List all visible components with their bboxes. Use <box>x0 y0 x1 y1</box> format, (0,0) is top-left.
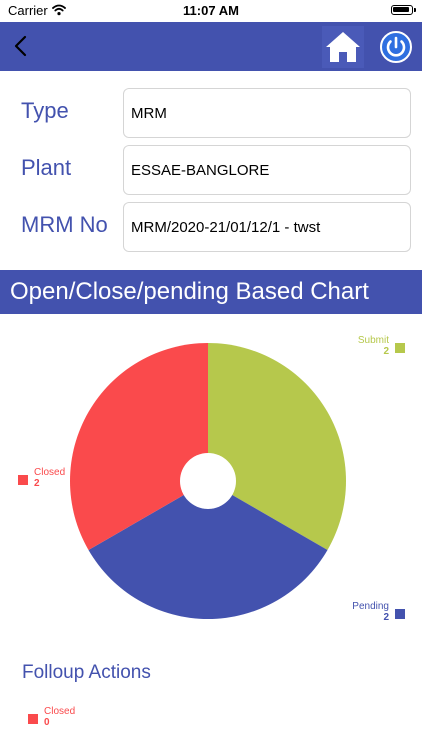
plant-row: Plant ESSAE-BANGLORE <box>0 145 422 195</box>
chart-section-header: Open/Close/pending Based Chart <box>0 270 422 314</box>
legend-value-submit: 2 <box>383 346 389 357</box>
battery-icon <box>391 5 416 15</box>
status-pie-chart: Submit2Pending2Closed2 <box>18 335 405 623</box>
legend-value-closed: 2 <box>34 478 40 489</box>
type-field[interactable]: MRM <box>123 88 411 138</box>
legend-value-pending: 2 <box>383 612 389 623</box>
mrm-no-row: MRM No MRM/2020-21/01/12/1 - twst <box>0 202 422 252</box>
chevron-left-icon[interactable] <box>8 32 36 60</box>
clock: 11:07 AM <box>183 3 239 18</box>
mrm-no-label: MRM No <box>21 212 108 237</box>
followup-pie-chart: Closed0 <box>28 706 75 728</box>
home-icon[interactable] <box>322 26 364 68</box>
legend-label-submit: Submit <box>358 335 389 346</box>
legend-submit: Submit2 <box>358 335 405 357</box>
followup-legend-swatch-closed <box>28 714 38 724</box>
legend-swatch-submit <box>395 343 405 353</box>
followup-legend-label-closed: Closed <box>44 706 75 717</box>
type-row: Type MRM <box>0 88 422 138</box>
power-icon[interactable] <box>380 31 412 63</box>
mrm-no-field[interactable]: MRM/2020-21/01/12/1 - twst <box>123 202 411 252</box>
legend-label-pending: Pending <box>352 601 389 612</box>
plant-label: Plant <box>21 155 72 180</box>
followup-legend-closed: Closed0 <box>28 706 75 728</box>
status-bar: Carrier 11:07 AM <box>0 0 422 22</box>
followup-legend-value-closed: 0 <box>44 717 50 728</box>
followup-title: Folloup Actions <box>22 662 151 683</box>
navigation-bar <box>0 22 422 71</box>
pie-center-hole <box>180 453 236 509</box>
type-label: Type <box>21 98 69 123</box>
legend-label-closed: Closed <box>34 467 65 478</box>
legend-swatch-pending <box>395 609 405 619</box>
plant-field[interactable]: ESSAE-BANGLORE <box>123 145 411 195</box>
legend-pending: Pending2 <box>352 601 405 623</box>
legend-swatch-closed <box>18 475 28 485</box>
legend-closed: Closed2 <box>18 467 65 489</box>
chart-section-title: Open/Close/pending Based Chart <box>10 278 369 305</box>
